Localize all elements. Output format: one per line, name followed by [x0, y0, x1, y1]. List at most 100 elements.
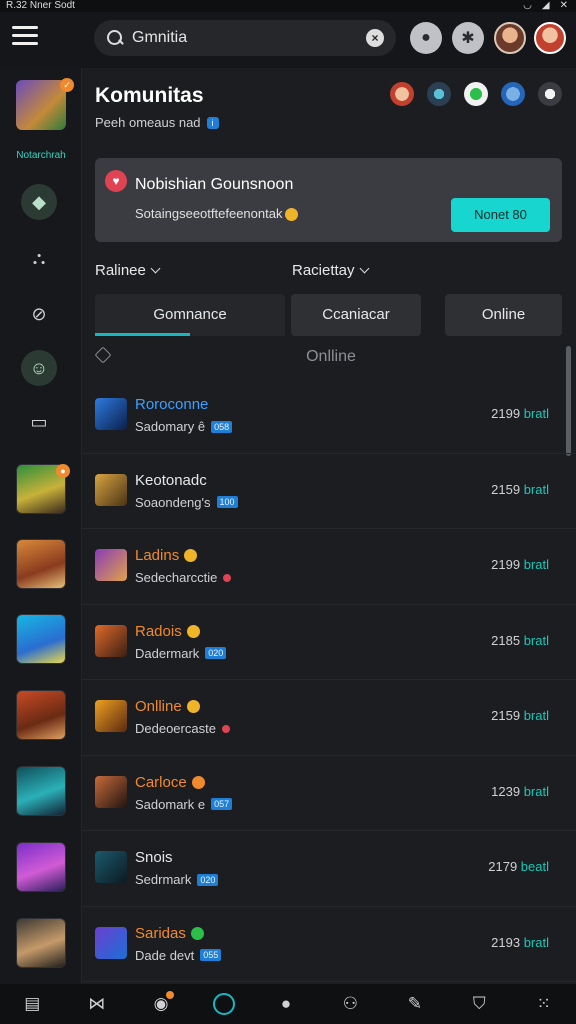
- item-name: Saridas: [135, 924, 186, 942]
- search-input[interactable]: Gmnitia: [132, 29, 366, 47]
- notification-body: Sotaingseeotftefeenontak: [135, 206, 299, 222]
- list-item[interactable]: Saridas Dade devt 055 2193 bratl: [82, 907, 576, 982]
- game-thumb[interactable]: [16, 690, 66, 740]
- game-thumb[interactable]: [16, 842, 66, 892]
- filter-dropdown-1[interactable]: Ralinee: [95, 262, 161, 279]
- item-title: Onlline: [135, 698, 200, 715]
- message-icon[interactable]: ●: [273, 991, 299, 1017]
- item-name: Snois: [135, 849, 173, 866]
- chevron-down-icon: [150, 263, 161, 274]
- list-item[interactable]: Keotonadc Soaondeng's 100 2159 bratl: [82, 454, 576, 529]
- item-meta: 2199 bratl: [491, 557, 549, 572]
- item-count: 2159: [491, 481, 521, 497]
- item-title: Radois: [135, 623, 200, 640]
- item-status: bratl: [523, 406, 549, 421]
- community-avatar[interactable]: [16, 80, 66, 130]
- game-icon: [95, 624, 127, 657]
- settings-icon[interactable]: ✱: [452, 22, 484, 54]
- list-item[interactable]: Carloce Sadomark e 057 1239 bratl: [82, 756, 576, 831]
- member-avatar[interactable]: [538, 82, 562, 106]
- item-subtitle: Sadomark e 057: [135, 797, 233, 812]
- home-icon[interactable]: [212, 993, 235, 1015]
- notification-action-button[interactable]: Nonet 80: [451, 198, 550, 232]
- search-bar[interactable]: Gmnitia ×: [94, 20, 396, 56]
- people-icon[interactable]: ⛬: [21, 240, 57, 276]
- item-meta: 2199 bratl: [491, 406, 549, 421]
- subtitle-text: Peeh omeaus nad: [95, 115, 201, 130]
- clear-search-icon[interactable]: ×: [366, 29, 384, 47]
- game-thumb[interactable]: [16, 614, 66, 664]
- item-title: Saridas: [135, 925, 204, 942]
- member-avatar[interactable]: [501, 82, 525, 106]
- edit-icon[interactable]: ✎: [402, 991, 428, 1017]
- menu-icon[interactable]: [12, 26, 38, 48]
- info-icon[interactable]: i: [206, 116, 219, 129]
- left-rail: ✓ Notarchrah ◆ ⛬ ⊘ ☺ ▭ ●: [0, 68, 82, 984]
- item-count: 2199: [491, 406, 521, 421]
- tab-online[interactable]: Online: [445, 294, 562, 336]
- library-icon[interactable]: ▤: [19, 991, 45, 1017]
- item-sub-text: Sedrmark: [135, 872, 192, 887]
- item-subtitle: Sedrmark 020: [135, 872, 219, 887]
- chat-icon[interactable]: ▭: [21, 404, 57, 440]
- shield-icon[interactable]: ⛉: [466, 991, 492, 1017]
- item-meta: 1239 bratl: [491, 784, 549, 799]
- share-icon[interactable]: ⋈: [84, 991, 110, 1017]
- item-subtitle: Soaondeng's 100: [135, 495, 238, 510]
- item-status: bratl: [523, 557, 549, 572]
- page-title: Komunitas: [95, 84, 204, 107]
- tab-ccaniacar[interactable]: Ccaniacar: [291, 294, 421, 336]
- item-status: bratl: [523, 934, 549, 950]
- item-subtitle: Sedecharcctie: [135, 570, 232, 585]
- list-item[interactable]: Ladins Sedecharcctie 2199 bratl: [82, 529, 576, 605]
- game-icon: [95, 851, 127, 883]
- member-avatar[interactable]: [464, 82, 488, 106]
- item-subtitle: Dade devt 055: [135, 948, 222, 963]
- game-thumb[interactable]: [16, 766, 66, 816]
- item-status: bratl: [523, 783, 549, 799]
- avatar-friend[interactable]: [494, 22, 526, 54]
- item-count: 2193: [491, 934, 521, 950]
- coin-icon: [285, 208, 299, 222]
- tab-gomnance[interactable]: Gomnance: [95, 294, 285, 336]
- item-name: Ladins: [135, 547, 180, 564]
- item-count: 2179: [488, 859, 518, 874]
- people-icon[interactable]: ⚇: [337, 991, 363, 1017]
- list-header: Onlline: [94, 346, 562, 370]
- profile-icon[interactable]: ●: [410, 22, 442, 54]
- item-subtitle: Dedeoercaste: [135, 721, 230, 736]
- item-tag: 020: [205, 647, 227, 659]
- compass-icon[interactable]: ◆: [21, 184, 57, 220]
- game-thumb[interactable]: [16, 918, 66, 968]
- item-count: 1239: [491, 783, 521, 799]
- avatar-user[interactable]: [534, 22, 566, 54]
- notification-body-text: Sotaingseeotftefeenontak: [135, 206, 283, 221]
- member-avatar[interactable]: [427, 82, 451, 106]
- game-icon: [95, 926, 127, 959]
- explore-icon[interactable]: ⊘: [21, 296, 57, 332]
- filter-dropdown-2[interactable]: Raciettay: [292, 262, 369, 279]
- item-name: Onlline: [135, 698, 182, 715]
- item-name: Carloce: [135, 773, 187, 791]
- status-bar: R.32 Nner Sodt ◡ ◢ ✕: [0, 0, 576, 12]
- item-count: 2199: [491, 557, 521, 572]
- item-name: Radois: [135, 622, 182, 640]
- item-meta: 2193 bratl: [491, 935, 549, 950]
- status-dot-icon: [186, 700, 200, 713]
- list-item[interactable]: Radois Dadermark 020 2185 bratl: [82, 605, 576, 680]
- notifications-icon[interactable]: ◉: [148, 991, 175, 1017]
- list-item[interactable]: Onlline Dedeoercaste 2159 bratl: [82, 680, 576, 756]
- status-text: R.32 Nner Sodt: [6, 0, 75, 11]
- more-icon[interactable]: ⁙: [531, 991, 557, 1017]
- status-dot-icon: [186, 624, 200, 638]
- member-avatar[interactable]: [390, 82, 414, 106]
- list-item[interactable]: Snois Sedrmark 020 2179 beatl: [82, 831, 576, 907]
- friends-icon[interactable]: ☺: [21, 350, 57, 386]
- item-title: Roroconne: [135, 396, 208, 413]
- game-thumb[interactable]: [16, 539, 66, 589]
- item-meta: 2159 bratl: [491, 708, 549, 723]
- item-sub-text: Soaondeng's: [135, 494, 211, 510]
- item-dot-icon: [223, 573, 232, 582]
- list-item[interactable]: Roroconne Sadomary ê 058 2199 bratl: [82, 378, 576, 454]
- close-icon[interactable]: ✕: [560, 0, 568, 12]
